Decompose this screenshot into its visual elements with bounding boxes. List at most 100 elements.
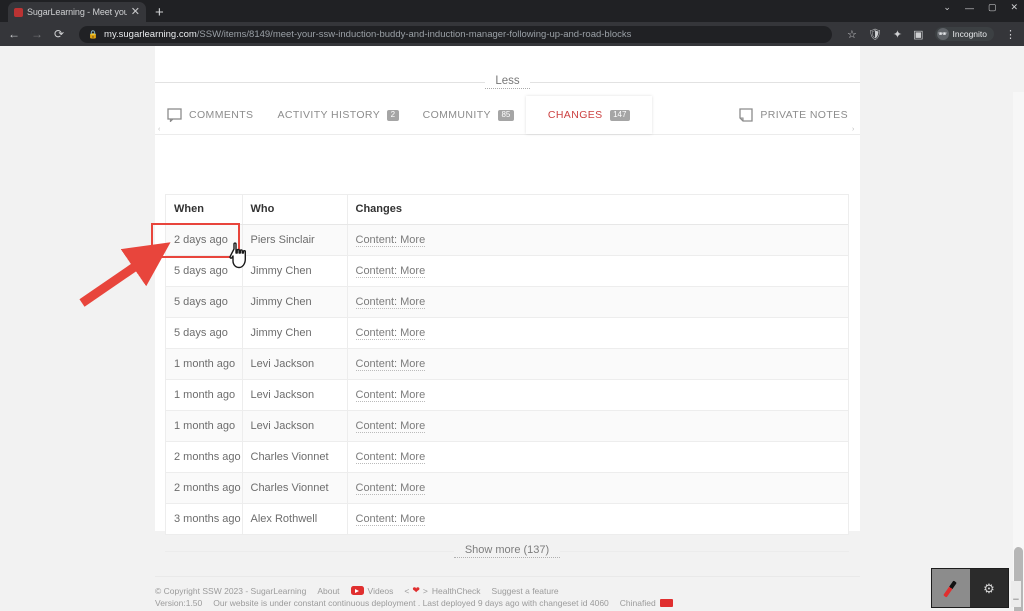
shield-icon[interactable]: 🛡 bbox=[868, 28, 882, 41]
content-more-link[interactable]: Content: More bbox=[355, 327, 426, 340]
content-more-link[interactable]: Content: More bbox=[355, 482, 426, 495]
show-more-row: Show more (137) bbox=[165, 544, 849, 558]
cell-when: 3 months ago bbox=[166, 503, 243, 535]
healthcheck-bracket-right: > bbox=[422, 585, 428, 596]
table-row: 1 month ago Levi Jackson Content: More bbox=[166, 348, 848, 380]
tab-changes[interactable]: CHANGES 147 bbox=[525, 96, 652, 134]
cell-changes: Content: More bbox=[347, 286, 848, 318]
cell-who: Jimmy Chen bbox=[242, 255, 348, 287]
widget-handle[interactable]: ▔ bbox=[1011, 581, 1021, 607]
cell-changes: Content: More bbox=[347, 441, 848, 473]
extensions-icon[interactable]: ✦ bbox=[893, 28, 902, 41]
cell-who: Levi Jackson bbox=[242, 379, 348, 411]
content-more-link[interactable]: Content: More bbox=[355, 420, 426, 433]
window-close-button[interactable]: ✕ bbox=[1010, 2, 1018, 13]
less-toggle-row: Less bbox=[155, 75, 861, 89]
show-more-link[interactable]: Show more (137) bbox=[453, 544, 561, 558]
table-row: 2 months ago Charles Vionnet Content: Mo… bbox=[166, 441, 848, 473]
chevron-down-icon[interactable]: ⌄ bbox=[943, 2, 951, 13]
sidebar-icon[interactable]: ▣ bbox=[913, 28, 923, 41]
less-toggle[interactable]: Less bbox=[485, 75, 530, 89]
tab-community-badge: 85 bbox=[497, 109, 514, 121]
footer-version: Version:1.50 bbox=[155, 598, 203, 608]
mouse-cursor-pointer-icon bbox=[229, 242, 246, 269]
show-more-divider-right bbox=[560, 550, 849, 552]
bookmark-star-icon[interactable]: ☆ bbox=[847, 28, 857, 41]
address-bar[interactable]: 🔒 my.sugarlearning.com/SSW/items/8149/me… bbox=[79, 25, 833, 43]
tab-activity-history-label: ACTIVITY HISTORY bbox=[277, 109, 381, 121]
tab-comments-label: COMMENTS bbox=[189, 109, 254, 121]
tab-community[interactable]: COMMUNITY 85 bbox=[411, 96, 526, 134]
table-header-row: When Who Changes bbox=[166, 195, 848, 225]
china-flag-icon bbox=[659, 599, 673, 607]
incognito-indicator[interactable]: 🕶 Incognito bbox=[934, 27, 994, 41]
footer-healthcheck[interactable]: < ❤ > HealthCheck bbox=[404, 585, 480, 596]
tab-title: SugarLearning - Meet your S bbox=[27, 7, 127, 17]
column-header-when: When bbox=[166, 195, 243, 225]
footer-suggest-link[interactable]: Suggest a feature bbox=[492, 586, 559, 596]
table-row: 3 months ago Alex Rothwell Content: More bbox=[166, 503, 848, 535]
cell-changes: Content: More bbox=[347, 255, 848, 287]
show-more-divider-left bbox=[165, 550, 454, 552]
annotation-arrow-icon bbox=[79, 242, 171, 307]
footer-chinafied[interactable]: Chinafied bbox=[620, 598, 673, 608]
cell-when: 2 months ago bbox=[166, 441, 243, 473]
maximize-button[interactable]: ▢ bbox=[988, 2, 997, 13]
note-icon bbox=[739, 108, 753, 122]
screen-annotation-widget[interactable]: ⚙ bbox=[931, 568, 1009, 608]
tab-comments[interactable]: COMMENTS bbox=[155, 96, 265, 134]
cell-who: Charles Vionnet bbox=[242, 472, 348, 504]
back-icon[interactable]: ← bbox=[8, 28, 20, 40]
youtube-icon bbox=[350, 586, 364, 595]
content-more-link[interactable]: Content: More bbox=[355, 296, 426, 309]
cell-who: Levi Jackson bbox=[242, 348, 348, 380]
pen-tool-button[interactable] bbox=[932, 569, 970, 607]
tab-private-notes[interactable]: PRIVATE NOTES bbox=[727, 96, 860, 134]
footer-videos-link[interactable]: Videos bbox=[368, 586, 394, 596]
tab-activity-history-badge: 2 bbox=[387, 109, 399, 121]
tabbar-scroll-right-icon[interactable]: › bbox=[852, 126, 854, 133]
content-more-link[interactable]: Content: More bbox=[355, 451, 426, 464]
content-more-link[interactable]: Content: More bbox=[355, 265, 426, 278]
table-row: 5 days ago Jimmy Chen Content: More bbox=[166, 255, 848, 287]
footer-row-secondary: Version:1.50 Our website is under consta… bbox=[155, 597, 860, 609]
tabbar-scroll-left-icon[interactable]: ‹ bbox=[158, 126, 160, 133]
healthcheck-bracket-left: < bbox=[404, 585, 410, 596]
changes-table-container: When Who Changes 2 days ago Piers Sincla… bbox=[165, 194, 849, 535]
page-scrollbar-track[interactable] bbox=[1013, 92, 1024, 611]
footer-videos[interactable]: Videos bbox=[350, 586, 394, 596]
browser-tabstrip: SugarLearning - Meet your S ✕ + ⌄ — ▢ ✕ bbox=[0, 0, 1024, 22]
content-more-link[interactable]: Content: More bbox=[355, 513, 426, 526]
tab-activity-history[interactable]: ACTIVITY HISTORY 2 bbox=[265, 96, 410, 134]
changes-table: When Who Changes 2 days ago Piers Sincla… bbox=[166, 195, 848, 535]
widget-settings-button[interactable]: ⚙ bbox=[970, 569, 1008, 607]
footer-healthcheck-link[interactable]: HealthCheck bbox=[432, 586, 481, 596]
window-controls: ⌄ — ▢ ✕ bbox=[943, 2, 1018, 13]
minimize-button[interactable]: — bbox=[965, 3, 974, 13]
content-more-link[interactable]: Content: More bbox=[355, 358, 426, 371]
divider-right bbox=[529, 81, 861, 83]
cell-changes: Content: More bbox=[347, 317, 848, 349]
cell-changes: Content: More bbox=[347, 348, 848, 380]
cell-changes: Content: More bbox=[347, 472, 848, 504]
browser-menu-icon[interactable]: ⋮ bbox=[1005, 28, 1016, 41]
browser-tab[interactable]: SugarLearning - Meet your S ✕ bbox=[8, 2, 146, 22]
footer-copyright: © Copyright SSW 2023 - SugarLearning bbox=[155, 585, 307, 596]
tab-close-icon[interactable]: ✕ bbox=[131, 6, 140, 18]
browser-window: SugarLearning - Meet your S ✕ + ⌄ — ▢ ✕ … bbox=[0, 0, 1024, 611]
cell-when: 1 month ago bbox=[166, 348, 243, 380]
tabbar-underline bbox=[155, 134, 860, 135]
content-more-link[interactable]: Content: More bbox=[355, 234, 426, 247]
incognito-avatar-icon: 🕶 bbox=[936, 28, 949, 40]
footer-chinafied-label: Chinafied bbox=[619, 598, 656, 608]
tab-changes-label: CHANGES bbox=[547, 109, 603, 121]
page-viewport: Less COMMENTS ACTIVITY HISTORY 2 COMMUNI… bbox=[0, 46, 1024, 611]
footer-about-link[interactable]: About bbox=[317, 586, 339, 596]
url-host: my.sugarlearning.com bbox=[104, 28, 197, 40]
content-tabbar: COMMENTS ACTIVITY HISTORY 2 COMMUNITY 85… bbox=[155, 96, 860, 134]
new-tab-button[interactable]: + bbox=[155, 5, 164, 20]
reload-icon[interactable]: ⟳ bbox=[54, 28, 64, 40]
content-more-link[interactable]: Content: More bbox=[355, 389, 426, 402]
cell-changes: Content: More bbox=[347, 503, 848, 535]
column-header-who: Who bbox=[242, 195, 348, 225]
